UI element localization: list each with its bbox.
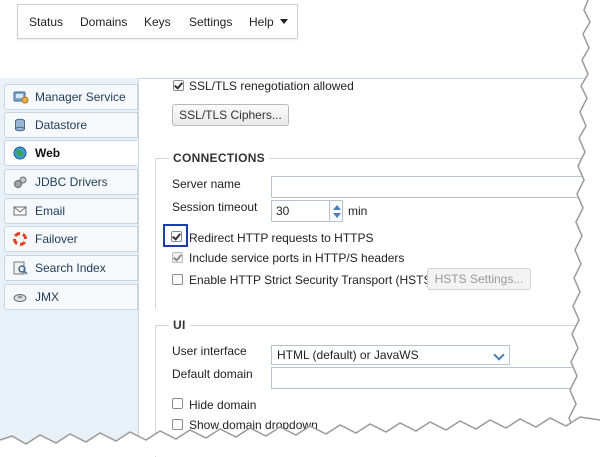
- sidebar-item-jdbc-drivers[interactable]: JDBC Drivers: [4, 169, 138, 195]
- failover-icon: [13, 232, 29, 246]
- hsts-checkbox[interactable]: [172, 274, 183, 285]
- session-timeout-unit: min: [348, 204, 368, 218]
- hide-domain-label: Hide domain: [189, 398, 257, 412]
- ui-section-title: UI: [169, 318, 190, 332]
- menu-domains[interactable]: Domains: [80, 15, 127, 29]
- hsts-settings-button[interactable]: HSTS Settings...: [427, 268, 531, 290]
- session-timeout-label: Session timeout: [172, 200, 258, 214]
- sidebar-item-label: Email: [35, 204, 66, 218]
- sidebar-item-web[interactable]: Web: [4, 140, 138, 166]
- search-index-icon: [13, 261, 29, 275]
- connections-section-title: CONNECTIONS: [169, 151, 269, 165]
- menu-settings[interactable]: Settings: [189, 15, 232, 29]
- menu-help[interactable]: Help: [249, 15, 288, 29]
- sidebar-item-jmx[interactable]: JMX: [4, 284, 138, 310]
- server-name-label: Server name: [172, 177, 241, 191]
- sidebar-item-manager-service[interactable]: Manager Service: [4, 84, 138, 110]
- include-ports-checkbox[interactable]: [172, 252, 183, 263]
- email-icon: [13, 204, 29, 218]
- ssl-renegotiation-label: SSL/TLS renegotiation allowed: [189, 79, 354, 93]
- show-domain-dropdown-label: Show domain dropdown: [189, 418, 318, 432]
- server-name-input[interactable]: [271, 176, 600, 198]
- jdbc-drivers-icon: [13, 175, 29, 189]
- sidebar-item-label: Datastore: [35, 118, 88, 132]
- redirect-https-label: Redirect HTTP requests to HTTPS: [189, 231, 374, 245]
- menu-keys[interactable]: Keys: [144, 15, 171, 29]
- sidebar-item-datastore[interactable]: Datastore: [4, 112, 138, 138]
- sidebar-item-label: JMX: [35, 290, 59, 304]
- jmx-icon: [13, 290, 29, 304]
- datastore-icon: [13, 118, 29, 132]
- sidebar-item-label: Search Index: [35, 261, 106, 275]
- redirect-https-checkbox[interactable]: [171, 231, 182, 242]
- chevron-down-icon: [279, 19, 288, 24]
- hsts-label: Enable HTTP Strict Security Transport (H…: [189, 273, 436, 287]
- settings-sidebar: Manager Service Datastore Web JDBC Drive…: [0, 78, 139, 456]
- web-globe-icon: [13, 146, 29, 160]
- sidebar-item-label: Web: [35, 146, 61, 160]
- menu-status[interactable]: Status: [29, 15, 63, 29]
- session-timeout-spinner[interactable]: [329, 200, 343, 222]
- manager-service-icon: [13, 90, 29, 104]
- spin-down-icon[interactable]: [333, 213, 341, 218]
- sidebar-item-label: Manager Service: [35, 90, 126, 104]
- sidebar-item-label: JDBC Drivers: [35, 175, 108, 189]
- sidebar-item-label: Failover: [35, 232, 78, 246]
- ssl-renegotiation-checkbox[interactable]: [173, 80, 184, 91]
- session-timeout-input[interactable]: 30: [271, 200, 330, 222]
- chevron-down-icon: [493, 349, 505, 361]
- ssl-ciphers-button[interactable]: SSL/TLS Ciphers...: [172, 104, 289, 126]
- default-domain-label: Default domain: [172, 367, 253, 381]
- default-domain-input[interactable]: [271, 367, 600, 389]
- user-interface-value: HTML (default) or JavaWS: [277, 348, 419, 362]
- spin-up-icon[interactable]: [333, 205, 341, 210]
- menu-help-label: Help: [249, 15, 274, 29]
- show-domain-dropdown-checkbox[interactable]: [172, 419, 183, 430]
- user-interface-select[interactable]: HTML (default) or JavaWS: [271, 345, 510, 365]
- sidebar-item-email[interactable]: Email: [4, 198, 138, 224]
- top-menu-bar: Status Domains Keys Settings Help: [17, 4, 298, 39]
- include-ports-label: Include service ports in HTTP/S headers: [189, 251, 405, 265]
- sidebar-item-failover[interactable]: Failover: [4, 226, 138, 252]
- hide-domain-checkbox[interactable]: [172, 398, 183, 409]
- user-interface-label: User interface: [172, 344, 247, 358]
- sidebar-item-search-index[interactable]: Search Index: [4, 255, 138, 281]
